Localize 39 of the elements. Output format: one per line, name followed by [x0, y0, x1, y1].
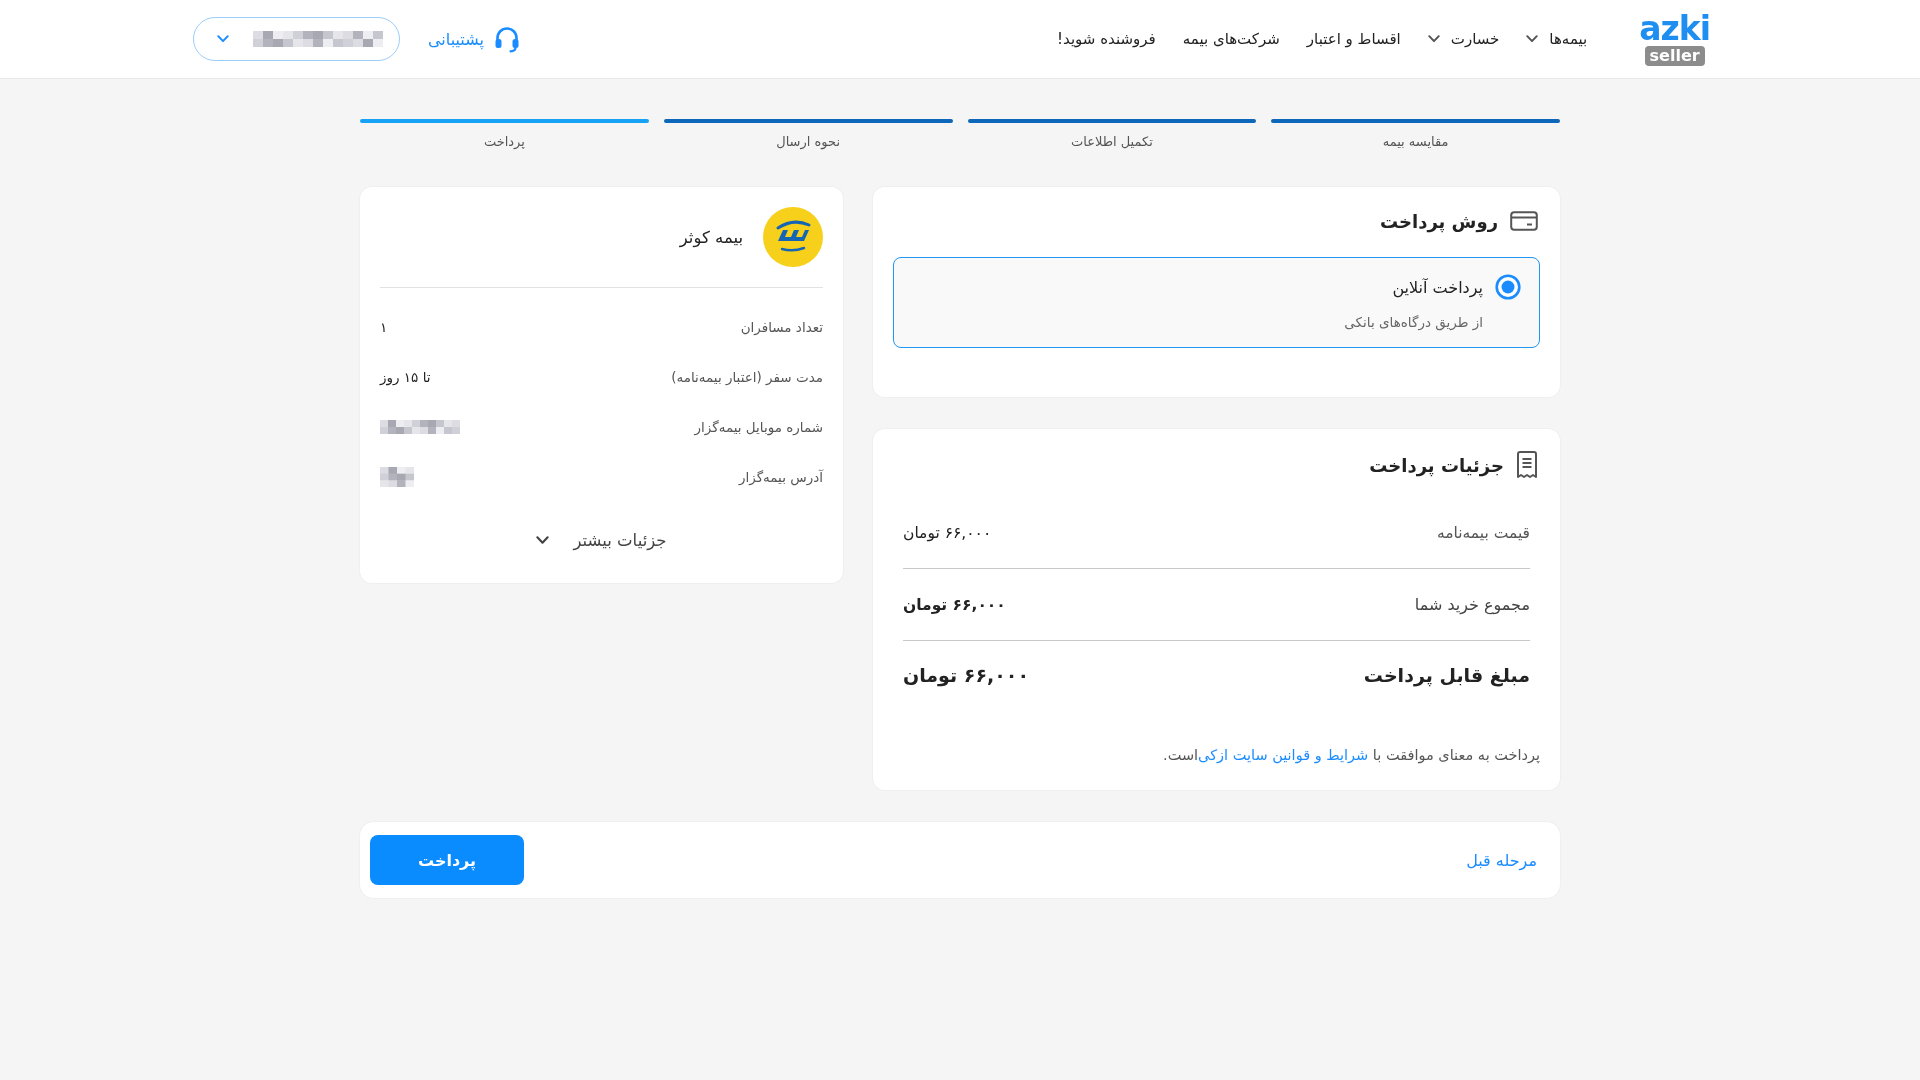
step-label: مقایسه بیمه	[1382, 134, 1449, 149]
detail-label: تعداد مسافران	[740, 319, 823, 335]
nav-menu-item[interactable]: فروشنده شوید!	[1057, 30, 1156, 48]
nav-menu-item[interactable]: شرکت‌های بیمه	[1182, 30, 1280, 48]
receipt-icon	[1516, 451, 1538, 479]
headset-icon	[493, 25, 520, 53]
radio-button[interactable]	[1495, 274, 1521, 300]
detail-value: ۱	[380, 319, 388, 335]
step-label: تکمیل اطلاعات	[1070, 134, 1153, 149]
detail-label: شماره موبایل بیمه‌گزار	[694, 419, 823, 435]
price-label: مجموع خرید شما	[1414, 595, 1530, 614]
payment-option[interactable]: پرداخت آنلاین از طریق درگاه‌های بانکی	[893, 257, 1540, 348]
nav-menu-item[interactable]: اقساط و اعتبار	[1306, 30, 1401, 48]
nav-menu-item[interactable]: خسارت	[1427, 30, 1500, 48]
account-menu-button[interactable]	[193, 17, 400, 61]
logo-subtitle: seller	[1644, 45, 1705, 66]
insurer-logo-icon	[763, 207, 823, 267]
terms-text: پرداخت به معنای موافقت با شرایط و قوانین سایت ازکیاست.	[873, 743, 1540, 767]
price-label: مبلغ قابل پرداخت	[1363, 664, 1530, 686]
insurer-name: بیمه کوثر	[679, 227, 743, 247]
card-title: جزئیات پرداخت	[1369, 454, 1504, 476]
price-value: ۶۶,۰۰۰ تومان	[903, 595, 1006, 614]
detail-label: آدرس بیمه‌گزار	[738, 469, 823, 485]
price-label: قیمت بیمه‌نامه	[1436, 523, 1530, 542]
detail-label: مدت سفر (اعتبار بیمه‌نامه)	[671, 369, 823, 385]
logo-wordmark: azki	[1639, 12, 1710, 45]
chevron-down-icon	[217, 35, 229, 43]
step-label: نحوه ارسال	[776, 134, 841, 149]
more-details-button[interactable]: جزئیات بیشتر	[532, 522, 671, 558]
price-value: ۶۶,۰۰۰ تومان	[903, 523, 992, 542]
price-value: ۶۶,۰۰۰ تومان	[903, 664, 1029, 686]
card-title: روش پرداخت	[1379, 210, 1498, 232]
option-description: از طریق درگاه‌های بانکی	[1343, 314, 1483, 330]
blurred-value	[380, 467, 414, 487]
credit-card-icon	[1510, 211, 1538, 231]
detail-value: تا ۱۵ روز	[380, 369, 431, 385]
nav-menu-item[interactable]: بیمه‌ها	[1526, 30, 1588, 48]
step-label: پرداخت	[483, 134, 525, 149]
option-title: پرداخت آنلاین	[1392, 277, 1483, 297]
